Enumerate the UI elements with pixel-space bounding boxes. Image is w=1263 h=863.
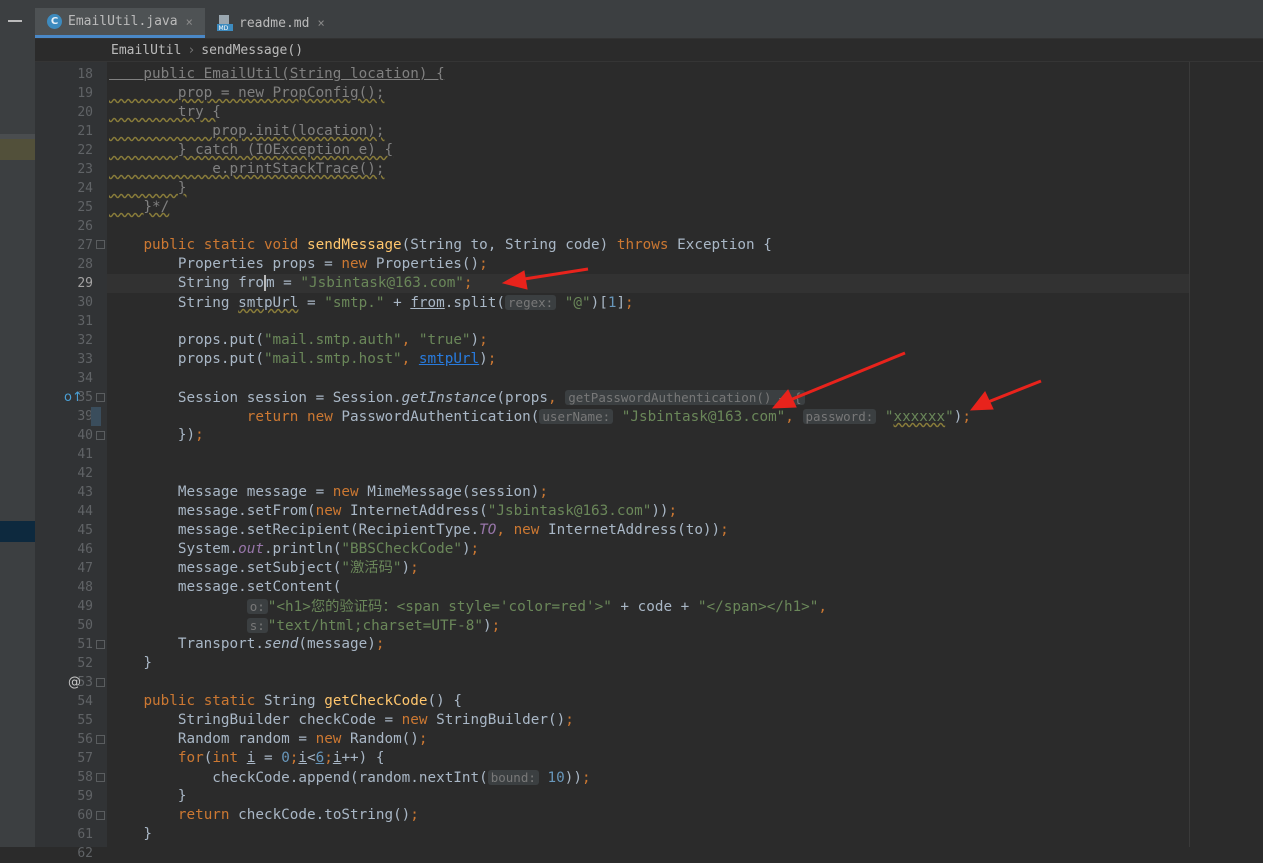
red-arrow-icon (771, 389, 797, 409)
red-arrow-icon (517, 267, 589, 282)
annotation-arrows (501, 267, 1042, 411)
red-arrow-icon (501, 270, 528, 290)
red-arrow-icon (969, 391, 994, 411)
red-arrow-icon (987, 379, 1042, 404)
red-arrow-icon (789, 351, 906, 402)
